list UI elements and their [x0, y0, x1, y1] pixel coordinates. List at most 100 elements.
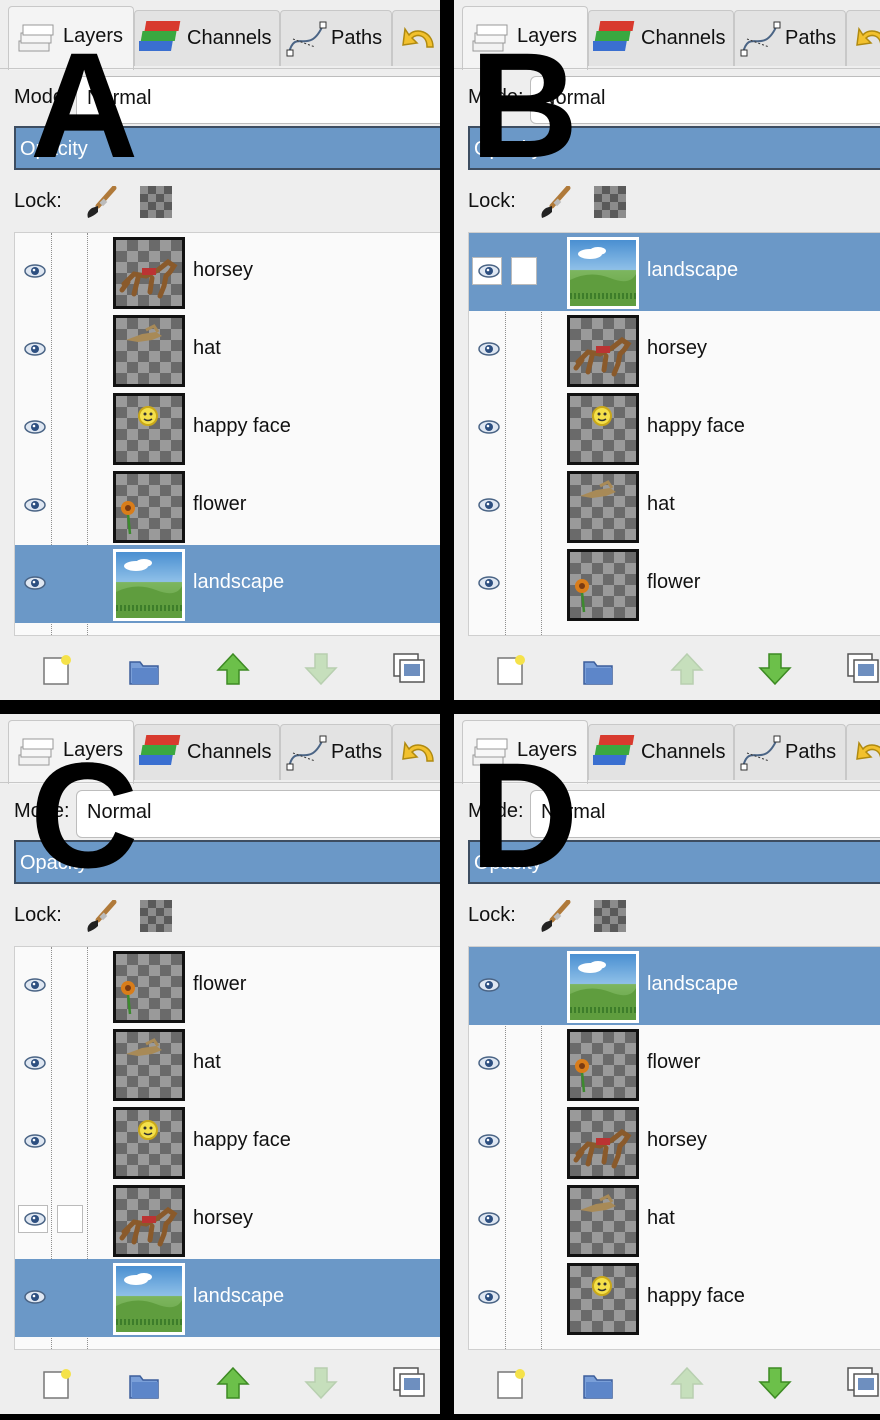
eye-icon[interactable] [23, 1131, 47, 1151]
layer-row[interactable]: horsey [15, 1181, 440, 1259]
duplicate-layer-icon[interactable] [846, 652, 880, 686]
eye-icon[interactable] [477, 1053, 501, 1073]
new-layer-icon[interactable] [494, 1366, 528, 1400]
layer-row[interactable]: happy face [469, 389, 880, 467]
layer-row[interactable]: flower [469, 1025, 880, 1103]
new-layer-icon[interactable] [40, 652, 74, 686]
mode-select[interactable]: Normal [530, 76, 880, 124]
eye-icon[interactable] [477, 417, 501, 437]
layer-row[interactable]: hat [469, 1181, 880, 1259]
layer-name: horsey [193, 1207, 254, 1229]
lock-pixels-brush-icon[interactable] [84, 899, 118, 934]
tab-undo-history[interactable] [846, 10, 880, 66]
new-layer-icon[interactable] [494, 652, 528, 686]
layer-thumbnail [113, 1029, 185, 1101]
eye-icon[interactable] [23, 1053, 47, 1073]
layer-name: happy face [647, 415, 745, 437]
panel-letter: A [30, 21, 139, 189]
undo-icon [397, 17, 440, 66]
tab-channels[interactable]: Channels [134, 10, 280, 66]
layers-list[interactable]: landscape horsey happy face hat flower [468, 232, 880, 636]
lock-alpha-icon[interactable] [594, 186, 626, 218]
eye-icon[interactable] [23, 573, 47, 593]
new-group-icon[interactable] [128, 652, 162, 686]
layer-row[interactable]: happy face [469, 1259, 880, 1337]
lower-layer-icon[interactable] [304, 652, 338, 686]
layer-row[interactable]: hat [15, 1025, 440, 1103]
lock-label: Lock: [14, 904, 62, 926]
raise-layer-icon[interactable] [670, 652, 704, 686]
layers-toolbar [0, 640, 440, 700]
layer-row[interactable]: flower [469, 545, 880, 623]
tab-channels-label: Channels [641, 27, 726, 49]
duplicate-layer-icon[interactable] [846, 1366, 880, 1400]
lower-layer-icon[interactable] [758, 1366, 792, 1400]
layer-row[interactable]: flower [15, 947, 440, 1025]
duplicate-layer-icon[interactable] [392, 1366, 426, 1400]
layers-list[interactable]: flower hat happy face horsey landscape [14, 946, 440, 1350]
layer-row[interactable]: horsey [15, 233, 440, 311]
layer-row[interactable]: horsey [469, 1103, 880, 1181]
layer-row[interactable]: landscape [15, 1259, 440, 1337]
layer-row[interactable]: flower [15, 467, 440, 545]
tab-paths[interactable]: Paths [280, 10, 392, 66]
eye-icon[interactable] [23, 495, 47, 515]
eye-icon[interactable] [477, 339, 501, 359]
tab-paths[interactable]: Paths [280, 724, 392, 780]
layers-list[interactable]: horsey hat happy face flower landscape [14, 232, 440, 636]
lock-alpha-icon[interactable] [140, 900, 172, 932]
layer-row[interactable]: landscape [15, 545, 440, 623]
lock-alpha-icon[interactable] [594, 900, 626, 932]
eye-icon[interactable] [23, 261, 47, 281]
channels-icon [137, 731, 183, 780]
tab-paths[interactable]: Paths [734, 10, 846, 66]
eye-icon[interactable] [23, 1287, 47, 1307]
duplicate-layer-icon[interactable] [392, 652, 426, 686]
lock-alpha-icon[interactable] [140, 186, 172, 218]
new-group-icon[interactable] [128, 1366, 162, 1400]
layers-list[interactable]: landscape flower horsey hat happy face [468, 946, 880, 1350]
layer-name: horsey [647, 337, 708, 359]
eye-icon[interactable] [23, 1209, 47, 1229]
layer-row[interactable]: landscape [469, 947, 880, 1025]
layer-thumbnail [567, 315, 639, 387]
tab-undo-history[interactable] [846, 724, 880, 780]
layer-row[interactable]: happy face [15, 1103, 440, 1181]
layer-row[interactable]: landscape [469, 233, 880, 311]
eye-icon[interactable] [23, 339, 47, 359]
tab-channels[interactable]: Channels [134, 724, 280, 780]
lock-pixels-brush-icon[interactable] [84, 185, 118, 220]
layer-row[interactable]: happy face [15, 389, 440, 467]
chain-toggle[interactable] [511, 257, 537, 285]
lock-pixels-brush-icon[interactable] [538, 185, 572, 220]
new-group-icon[interactable] [582, 1366, 616, 1400]
raise-layer-icon[interactable] [670, 1366, 704, 1400]
mode-select[interactable]: Normal [530, 790, 880, 838]
tab-undo-history[interactable] [392, 10, 440, 66]
new-layer-icon[interactable] [40, 1366, 74, 1400]
layer-row[interactable]: hat [15, 311, 440, 389]
new-group-icon[interactable] [582, 652, 616, 686]
eye-icon[interactable] [477, 495, 501, 515]
eye-icon[interactable] [477, 573, 501, 593]
tab-paths[interactable]: Paths [734, 724, 846, 780]
eye-icon[interactable] [477, 975, 501, 995]
eye-icon[interactable] [477, 261, 501, 281]
eye-icon[interactable] [477, 1287, 501, 1307]
eye-icon[interactable] [23, 417, 47, 437]
chain-toggle[interactable] [57, 1205, 83, 1233]
layer-row[interactable]: horsey [469, 311, 880, 389]
eye-icon[interactable] [477, 1209, 501, 1229]
raise-layer-icon[interactable] [216, 1366, 250, 1400]
tab-undo-history[interactable] [392, 724, 440, 780]
tab-paths-label: Paths [331, 27, 383, 49]
layer-row[interactable]: hat [469, 467, 880, 545]
eye-icon[interactable] [23, 975, 47, 995]
eye-icon[interactable] [477, 1131, 501, 1151]
tab-channels[interactable]: Channels [588, 724, 734, 780]
raise-layer-icon[interactable] [216, 652, 250, 686]
lower-layer-icon[interactable] [758, 652, 792, 686]
lower-layer-icon[interactable] [304, 1366, 338, 1400]
tab-channels[interactable]: Channels [588, 10, 734, 66]
lock-pixels-brush-icon[interactable] [538, 899, 572, 934]
